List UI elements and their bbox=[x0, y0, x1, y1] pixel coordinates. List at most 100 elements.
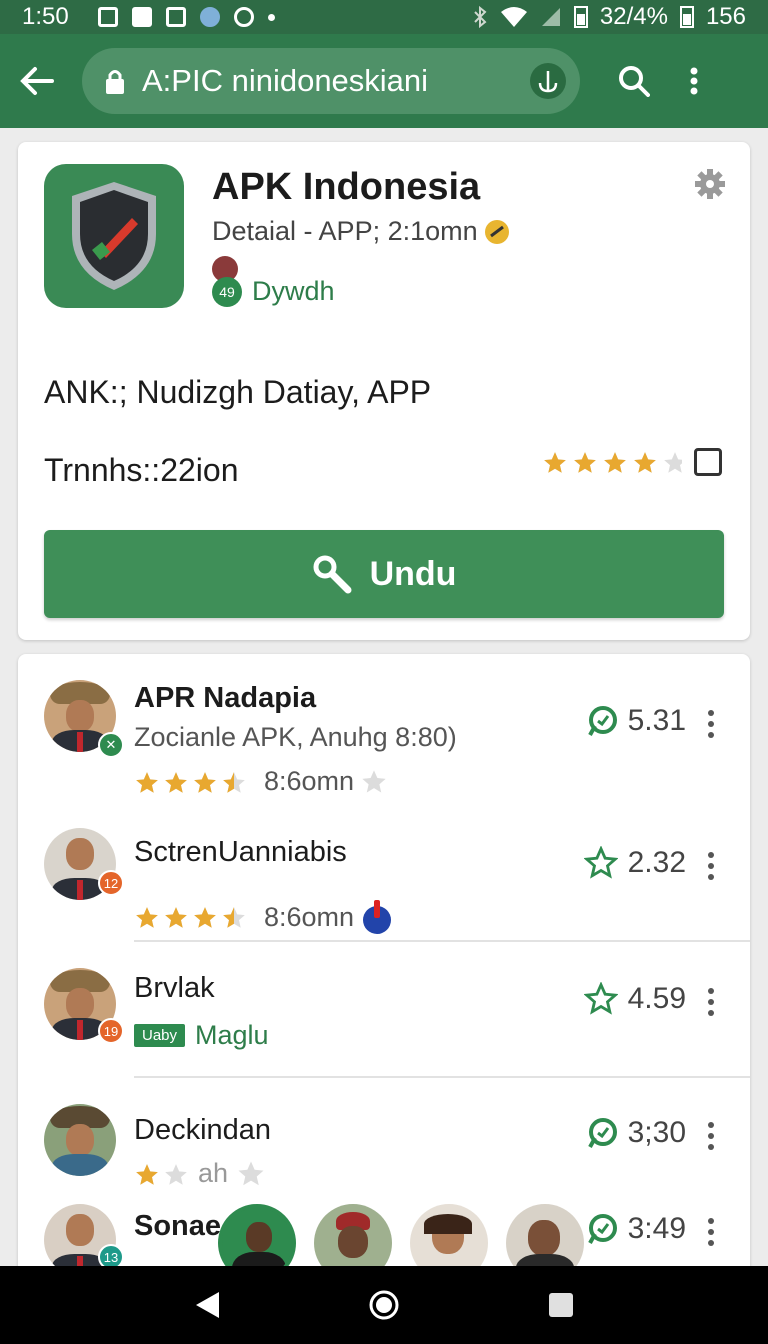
menu-button[interactable] bbox=[690, 67, 698, 95]
arrow-left-icon bbox=[20, 67, 54, 95]
notification-dot-icon bbox=[268, 13, 275, 21]
rating-star bbox=[136, 1163, 158, 1185]
list-item[interactable]: ✕ APR Nadapia Zocianle APK, Anuhg 8:80) … bbox=[18, 674, 750, 804]
notification-icons bbox=[98, 7, 275, 27]
wifi-icon bbox=[500, 7, 527, 27]
avatar[interactable] bbox=[506, 1204, 584, 1274]
item-meta-text: ah bbox=[198, 1158, 229, 1188]
item-score-value: 2.32 bbox=[627, 846, 686, 879]
rating-star bbox=[223, 907, 245, 928]
item-name: Deckindan bbox=[134, 1114, 272, 1146]
list-item[interactable]: 19 Brvlak Uaby Maglu 4.59 bbox=[18, 954, 750, 1074]
item-name: APR Nadapia bbox=[134, 682, 317, 714]
notification-globe-icon bbox=[200, 7, 220, 27]
chat-icon bbox=[587, 1118, 617, 1148]
shield-icon bbox=[72, 182, 156, 290]
battery-icon-2 bbox=[679, 6, 694, 28]
app-icon[interactable] bbox=[44, 164, 184, 308]
navigation-bar bbox=[0, 1266, 768, 1344]
app-translation: Trnnhs::22ion bbox=[44, 452, 239, 488]
search-button[interactable] bbox=[618, 65, 650, 97]
item-meta: ah bbox=[134, 1158, 266, 1189]
chat-icon bbox=[587, 1214, 617, 1244]
avatar-strip bbox=[218, 1204, 584, 1274]
recents-nav-icon[interactable] bbox=[547, 1291, 575, 1319]
rating-stars-icon bbox=[136, 771, 245, 793]
rating-star bbox=[165, 1163, 187, 1185]
item-score: 2.32 bbox=[583, 846, 686, 880]
avatar[interactable] bbox=[314, 1204, 392, 1274]
rating-star bbox=[194, 907, 216, 928]
app-developer[interactable]: 49 Dywdh bbox=[212, 276, 335, 307]
rating-star bbox=[223, 771, 245, 793]
rating-star bbox=[664, 452, 682, 473]
rating-stars-icon bbox=[136, 907, 245, 928]
search-icon bbox=[619, 66, 650, 97]
item-score-value: 4.59 bbox=[627, 982, 686, 1015]
item-menu-button[interactable] bbox=[708, 852, 714, 880]
install-button[interactable]: Undu bbox=[44, 530, 724, 618]
item-menu-button[interactable] bbox=[708, 1218, 714, 1246]
back-button[interactable] bbox=[20, 66, 54, 96]
developer-name[interactable]: Dywdh bbox=[252, 276, 335, 307]
app-detail-card: APK Indonesia Detaial - APP; 2:1omn 49 D… bbox=[18, 142, 750, 640]
app-title: APK Indonesia bbox=[212, 166, 481, 208]
status-time: 1:50 bbox=[22, 3, 69, 30]
rating-star bbox=[634, 452, 656, 473]
avatar-badge: 19 bbox=[98, 1018, 124, 1044]
notification-app-icon bbox=[132, 7, 152, 27]
notification-chat-icon bbox=[234, 7, 254, 27]
app-rating bbox=[542, 448, 722, 476]
bluetooth-icon bbox=[474, 5, 487, 29]
battery-text: 32/4% bbox=[599, 3, 668, 30]
kebab-menu-icon bbox=[690, 67, 698, 95]
avatar[interactable] bbox=[218, 1204, 296, 1274]
item-meta-text: 8:6omn bbox=[264, 901, 355, 932]
signal-icon bbox=[541, 8, 560, 26]
rating-star bbox=[165, 771, 187, 793]
notification-camera-icon bbox=[166, 7, 186, 27]
star-empty-icon bbox=[238, 1161, 264, 1185]
list-item[interactable]: 12 SctrenUanniabis 8:6omn 2.32 bbox=[18, 824, 750, 944]
item-score-value: 5.31 bbox=[627, 704, 686, 737]
avatar-badge: 12 bbox=[98, 870, 124, 896]
item-tag: Uaby bbox=[134, 1024, 186, 1047]
avatar bbox=[44, 1104, 116, 1176]
item-score: 5.31 bbox=[586, 704, 686, 738]
item-meta: 8:6omn bbox=[134, 898, 394, 936]
app-subtitle-text: Detaial - APP; 2:1omn bbox=[212, 216, 478, 246]
rating-stars-icon bbox=[136, 1163, 187, 1185]
status-extra-text: 156 bbox=[705, 3, 746, 30]
item-subtitle: Zocianle APK, Anuhg 8:80) bbox=[134, 722, 457, 752]
item-score: 3:49 bbox=[586, 1212, 686, 1246]
wrench-icon bbox=[313, 555, 352, 594]
bookmark-checkbox[interactable] bbox=[694, 448, 722, 476]
rating-star bbox=[165, 907, 187, 928]
item-menu-button[interactable] bbox=[708, 988, 714, 1016]
list-item[interactable]: Deckindan ah 3;30 bbox=[18, 1094, 750, 1194]
app-description: ANK:; Nudizgh Datiay, APP bbox=[44, 374, 432, 410]
avatar-badge: ✕ bbox=[98, 732, 124, 758]
rating-star bbox=[136, 907, 158, 928]
power-badge-icon bbox=[363, 900, 392, 934]
rating-star bbox=[194, 771, 216, 793]
notification-plus-icon bbox=[98, 7, 118, 27]
item-menu-button[interactable] bbox=[708, 1122, 714, 1150]
item-meta-text: Maglu bbox=[195, 1020, 269, 1050]
avatar[interactable] bbox=[410, 1204, 488, 1274]
rating-star bbox=[604, 452, 626, 473]
browser-toolbar: A:PIC ninidoneskiani bbox=[0, 34, 768, 128]
star-outline-icon bbox=[583, 982, 618, 1015]
anchor-button[interactable] bbox=[530, 63, 566, 99]
item-score-value: 3:49 bbox=[627, 1212, 686, 1245]
back-nav-icon[interactable] bbox=[193, 1290, 221, 1320]
status-bar: 1:50 32/4% 156 bbox=[0, 0, 768, 34]
app-subtitle: Detaial - APP; 2:1omn bbox=[212, 216, 510, 247]
rating-star bbox=[574, 452, 596, 473]
url-text[interactable]: A:PIC ninidoneskiani bbox=[142, 63, 530, 99]
item-menu-button[interactable] bbox=[708, 710, 714, 738]
url-bar[interactable]: A:PIC ninidoneskiani bbox=[82, 48, 580, 114]
settings-button[interactable] bbox=[694, 168, 726, 205]
home-nav-icon[interactable] bbox=[368, 1289, 400, 1321]
developer-badge: 49 bbox=[212, 276, 242, 307]
